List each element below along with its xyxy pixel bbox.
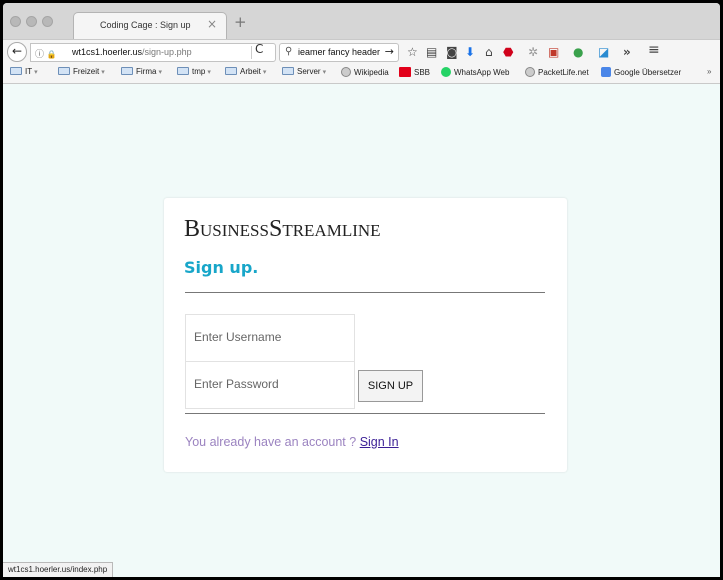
globe-icon [525,67,535,77]
back-button[interactable]: ← [7,42,27,62]
url-text: wt1cs1.hoerler.us/sign-up.php [72,47,192,57]
new-tab-icon[interactable]: + [234,15,247,30]
pocket-icon[interactable]: ◙ [446,45,458,59]
tab-title: Coding Cage : Sign up [100,20,191,30]
tab-strip: Coding Cage : Sign up × + [3,3,720,39]
url-bar[interactable]: ⓘ 🔒 wt1cs1.hoerler.us/sign-up.php [30,43,276,62]
brand-logo: BusinessStreamline [184,216,381,242]
signup-form-fields: Enter Username Enter Password [185,314,355,409]
bookmark-whatsapp[interactable]: WhatsApp Web [441,67,509,77]
navigation-toolbar: ← ⓘ 🔒 wt1cs1.hoerler.us/sign-up.php C ⚲ … [3,39,720,63]
bookmark-folder-freizeit[interactable]: Freizeit ▾ [58,67,105,76]
search-input[interactable]: ieamer fancy header [298,47,380,57]
bookmark-google-translate[interactable]: Google Übersetzer [601,67,681,77]
bottom-divider [185,413,545,414]
bookmark-sbb[interactable]: SBB [399,67,430,77]
url-separator [251,46,252,59]
folder-icon [58,67,70,75]
browser-window: Coding Cage : Sign up × + ← ⓘ 🔒 wt1cs1.h… [3,3,720,577]
bookmark-folder-arbeit[interactable]: Arbeit ▾ [225,67,266,76]
sync-icon[interactable]: ◪ [598,45,609,59]
status-globe-icon[interactable]: ● [573,45,583,59]
reading-list-icon[interactable]: ▤ [426,45,437,59]
wikipedia-icon [341,67,351,77]
zoom-window-button[interactable] [42,16,53,27]
bookmark-packetlife[interactable]: PacketLife.net [525,67,589,77]
chevron-down-icon: ▾ [322,69,327,76]
extension-icon[interactable]: ✲ [528,45,538,59]
menu-icon[interactable]: ≡ [648,43,660,57]
folder-icon [225,67,237,75]
password-field[interactable]: Enter Password [185,361,355,409]
chevron-down-icon: ▾ [207,69,211,76]
chevron-down-icon: ▾ [158,69,162,76]
status-bar: wt1cs1.hoerler.us/index.php [3,562,114,577]
bookmarks-toolbar: IT ▾ Freizeit ▾ Firma ▾ tmp ▾ Arbeit ▾ Server… [3,63,720,84]
close-window-button[interactable] [10,16,21,27]
search-icon: ⚲ [285,46,293,57]
bookmark-folder-firma[interactable]: Firma ▾ [121,67,162,76]
bookmark-folder-server[interactable]: Server ▾ [282,67,326,76]
bookmark-star-icon[interactable]: ☆ [407,45,418,59]
overflow-icon[interactable]: » [623,45,631,59]
bookmark-folder-it[interactable]: IT ▾ [10,67,38,76]
sbb-icon [399,67,411,77]
folder-icon [282,67,294,75]
page-title: Sign up. [184,258,259,277]
folder-icon [10,67,22,75]
chevron-down-icon: ▾ [34,69,38,76]
google-translate-icon [601,67,611,77]
tab-active[interactable]: Coding Cage : Sign up × [73,12,227,39]
tab-close-icon[interactable]: × [207,17,217,31]
search-bar[interactable]: ⚲ ieamer fancy header → [279,43,399,62]
search-go-icon[interactable]: → [385,45,394,58]
minimize-window-button[interactable] [26,16,37,27]
username-field[interactable]: Enter Username [185,314,355,362]
signin-prompt: You already have an account ? Sign In [185,435,399,449]
bookmarks-overflow-icon[interactable]: » [707,67,711,76]
screenshot-icon[interactable]: ▣ [548,45,559,59]
bookmark-wikipedia[interactable]: Wikipedia [341,67,389,77]
reload-icon[interactable]: C [255,42,263,56]
folder-icon [177,67,189,75]
signup-button[interactable]: SIGN UP [358,370,423,402]
bookmark-folder-tmp[interactable]: tmp ▾ [177,67,211,76]
chevron-down-icon: ▾ [262,69,267,76]
top-divider [185,292,545,293]
whatsapp-icon [441,67,451,77]
adblock-icon[interactable]: ⬣ [503,45,513,59]
folder-icon [121,67,133,75]
home-icon[interactable]: ⌂ [485,45,493,59]
signin-link[interactable]: Sign In [360,435,399,449]
site-info-icon[interactable]: ⓘ 🔒 [35,47,57,60]
chevron-down-icon: ▾ [101,69,105,76]
signup-card: BusinessStreamline Sign up. Enter Userna… [164,198,567,472]
downloads-icon[interactable]: ⬇ [465,45,475,59]
